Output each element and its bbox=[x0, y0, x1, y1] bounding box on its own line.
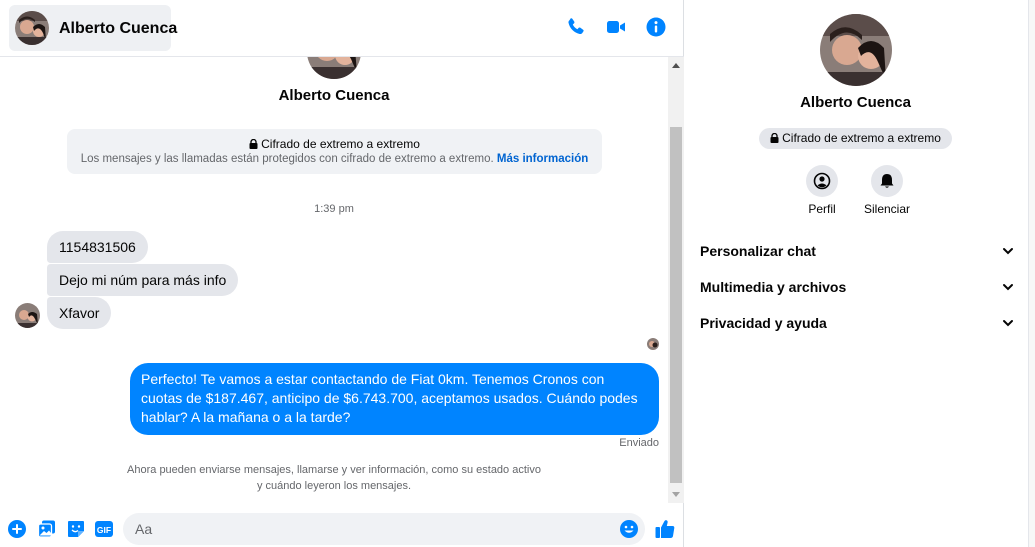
read-receipt-avatar bbox=[647, 338, 659, 350]
gif-icon[interactable]: GIF bbox=[94, 519, 114, 539]
profile-button[interactable]: Perfil bbox=[787, 165, 857, 216]
learn-more-link[interactable]: Más información bbox=[497, 153, 588, 165]
conversation-contact-name: Alberto Cuenca bbox=[278, 87, 390, 104]
encryption-title: Cifrado de extremo a extremo bbox=[261, 137, 420, 151]
profile-label: Perfil bbox=[808, 202, 836, 216]
contact-profile-picture bbox=[307, 57, 361, 79]
plus-circle-icon[interactable] bbox=[7, 519, 27, 539]
panel-contact-name: Alberto Cuenca bbox=[800, 94, 911, 111]
sticker-icon[interactable] bbox=[66, 519, 86, 539]
scrollbar[interactable] bbox=[668, 57, 684, 503]
lock-icon bbox=[249, 138, 258, 152]
video-camera-icon[interactable] bbox=[604, 15, 630, 41]
encryption-description: Los mensajes y las llamadas están proteg… bbox=[80, 153, 494, 165]
scroll-down-arrow-icon[interactable] bbox=[672, 492, 680, 497]
chevron-down-icon bbox=[1001, 280, 1015, 297]
thumbs-up-icon[interactable] bbox=[654, 518, 676, 540]
bell-icon[interactable] bbox=[871, 165, 903, 197]
mute-button[interactable]: Silenciar bbox=[852, 165, 922, 216]
header-contact-button[interactable]: Alberto Cuenca bbox=[9, 5, 177, 51]
scroll-up-arrow-icon[interactable] bbox=[672, 63, 680, 68]
message-input[interactable] bbox=[123, 513, 645, 545]
scrollbar-thumb[interactable] bbox=[670, 127, 682, 483]
message-status: Enviado bbox=[619, 437, 659, 449]
privacy-info-note: Ahora pueden enviarse mensajes, llamarse… bbox=[127, 464, 541, 492]
section-customize-chat[interactable]: Personalizar chat bbox=[700, 240, 1015, 262]
profile-icon[interactable] bbox=[806, 165, 838, 197]
message-timestamp: 1:39 pm bbox=[314, 203, 354, 215]
phone-icon[interactable] bbox=[564, 15, 590, 41]
message-composer: GIF bbox=[0, 508, 684, 547]
photo-icon[interactable] bbox=[37, 519, 57, 539]
header-contact-name: Alberto Cuenca bbox=[59, 20, 178, 37]
encryption-notice: Cifrado de extremo a extremo Los mensaje… bbox=[67, 129, 602, 174]
encryption-badge: Cifrado de extremo a extremo bbox=[759, 128, 952, 149]
message-list: Alberto Cuenca Cifrado de extremo a extr… bbox=[0, 57, 684, 503]
chevron-down-icon bbox=[1001, 316, 1015, 333]
sender-avatar bbox=[15, 303, 40, 328]
chevron-down-icon bbox=[1001, 244, 1015, 261]
chat-window: Alberto Cuenca Alberto Cuenca Cifrado de… bbox=[0, 0, 684, 547]
conversation-info-panel: Alberto Cuenca Cifrado de extremo a extr… bbox=[685, 0, 1035, 547]
contact-avatar bbox=[15, 11, 49, 45]
svg-text:GIF: GIF bbox=[97, 525, 111, 535]
panel-contact-avatar[interactable] bbox=[820, 14, 892, 86]
incoming-message[interactable]: 1154831506 bbox=[47, 231, 148, 263]
info-icon[interactable] bbox=[644, 15, 670, 41]
mute-label: Silenciar bbox=[863, 202, 911, 216]
lock-icon bbox=[770, 129, 779, 150]
emoji-icon[interactable] bbox=[619, 519, 639, 539]
incoming-message[interactable]: Xfavor bbox=[47, 297, 112, 329]
section-privacy-help[interactable]: Privacidad y ayuda bbox=[700, 312, 1015, 334]
section-media-files[interactable]: Multimedia y archivos bbox=[700, 276, 1015, 298]
incoming-message[interactable]: Dejo mi núm para más info bbox=[47, 264, 239, 296]
outgoing-message[interactable]: Perfecto! Te vamos a estar contactando d… bbox=[130, 363, 659, 435]
chat-header: Alberto Cuenca bbox=[0, 0, 684, 57]
panel-edge bbox=[1028, 0, 1035, 547]
